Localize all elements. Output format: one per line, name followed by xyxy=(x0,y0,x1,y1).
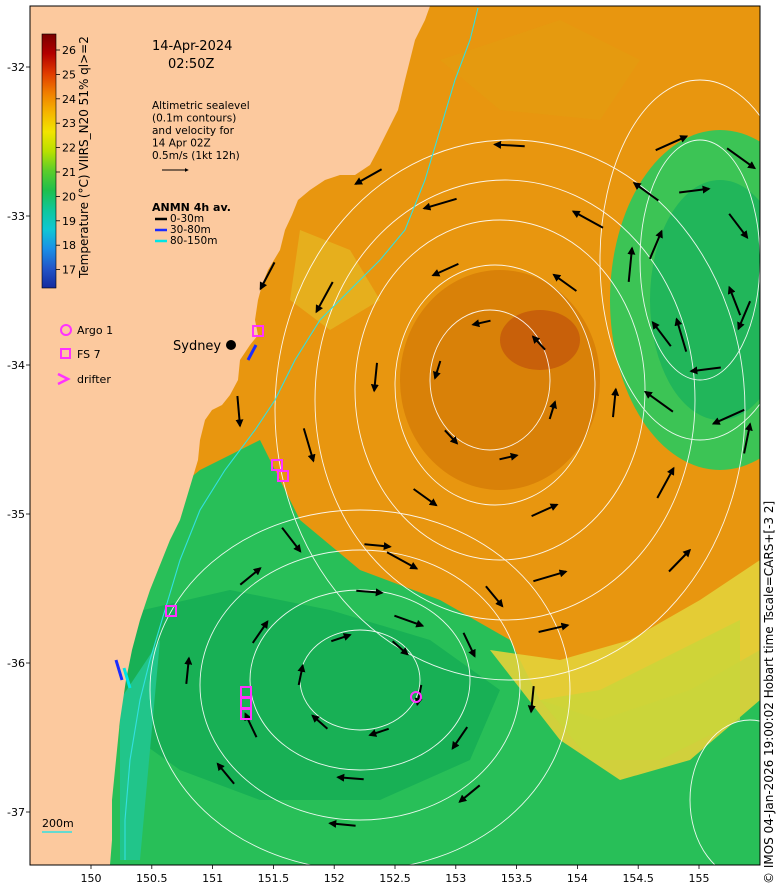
credit-text: © IMOS 04-Jan-2026 19:00:02 Hobart time … xyxy=(762,500,776,884)
legend-fs-label: FS 7 xyxy=(77,348,101,361)
colorbar-tick-label: 19 xyxy=(62,215,76,228)
lon-tick-label: 151.5 xyxy=(258,872,290,885)
sydney-marker xyxy=(226,340,236,350)
lat-axis: -32 -33 -34 -35 -36 -37 xyxy=(7,61,30,819)
note-line: Altimetric sealevel xyxy=(152,100,250,112)
legend-argo-label: Argo 1 xyxy=(77,324,113,337)
lon-tick-label: 153.5 xyxy=(501,872,533,885)
lon-tick-label: 155 xyxy=(689,872,710,885)
note-line: 0.5m/s (1kt 12h) xyxy=(152,150,240,162)
time-label: 02:50Z xyxy=(168,57,214,72)
isobath-label: 200m xyxy=(42,817,74,830)
sst-map: 150 150.5 151 151.5 152 152.5 153 153.5 154 154.5… xyxy=(7,5,771,885)
colorbar-label: Temperature (°C) VIIRS_N20 51% ql>=2 xyxy=(77,36,91,279)
lat-tick-label: -34 xyxy=(7,359,25,372)
colorbar-tick-label: 18 xyxy=(62,239,76,252)
lon-axis: 150 150.5 151 151.5 152 152.5 153 153.5 154 154.5… xyxy=(81,865,710,885)
colorbar-tick-label: 23 xyxy=(62,117,76,130)
velocity-arrow xyxy=(768,278,771,312)
lat-tick-label: -36 xyxy=(7,657,25,670)
lon-tick-label: 152 xyxy=(324,872,345,885)
legend-drifter-label: drifter xyxy=(77,373,111,386)
colorbar-tick-label: 20 xyxy=(62,190,76,203)
lon-tick-label: 154 xyxy=(567,872,588,885)
anmn-depth-label: 80-150m xyxy=(170,235,217,247)
colorbar-tick-label: 25 xyxy=(62,68,76,81)
lon-tick-label: 153 xyxy=(445,872,466,885)
lon-tick-label: 150 xyxy=(81,872,102,885)
colorbar-tick-label: 22 xyxy=(62,142,76,155)
lat-tick-label: -32 xyxy=(7,61,25,74)
note-line: 14 Apr 02Z xyxy=(152,138,211,150)
lon-tick-label: 154.5 xyxy=(622,872,654,885)
colorbar-tick-label: 17 xyxy=(62,264,76,277)
date-label: 14-Apr-2024 xyxy=(152,39,232,54)
lon-tick-label: 152.5 xyxy=(379,872,411,885)
place-label: Sydney xyxy=(173,339,221,354)
lat-tick-label: -37 xyxy=(7,806,25,819)
note-line: (0.1m contours) xyxy=(152,113,236,125)
note-line: and velocity for xyxy=(152,125,235,137)
lon-tick-label: 151 xyxy=(202,872,223,885)
lat-tick-label: -33 xyxy=(7,210,25,223)
colorbar-tick-label: 26 xyxy=(62,44,76,57)
lon-tick-label: 150.5 xyxy=(136,872,168,885)
lat-tick-label: -35 xyxy=(7,508,25,521)
colorbar-tick-label: 24 xyxy=(62,93,76,106)
colorbar-tick-label: 21 xyxy=(62,166,76,179)
